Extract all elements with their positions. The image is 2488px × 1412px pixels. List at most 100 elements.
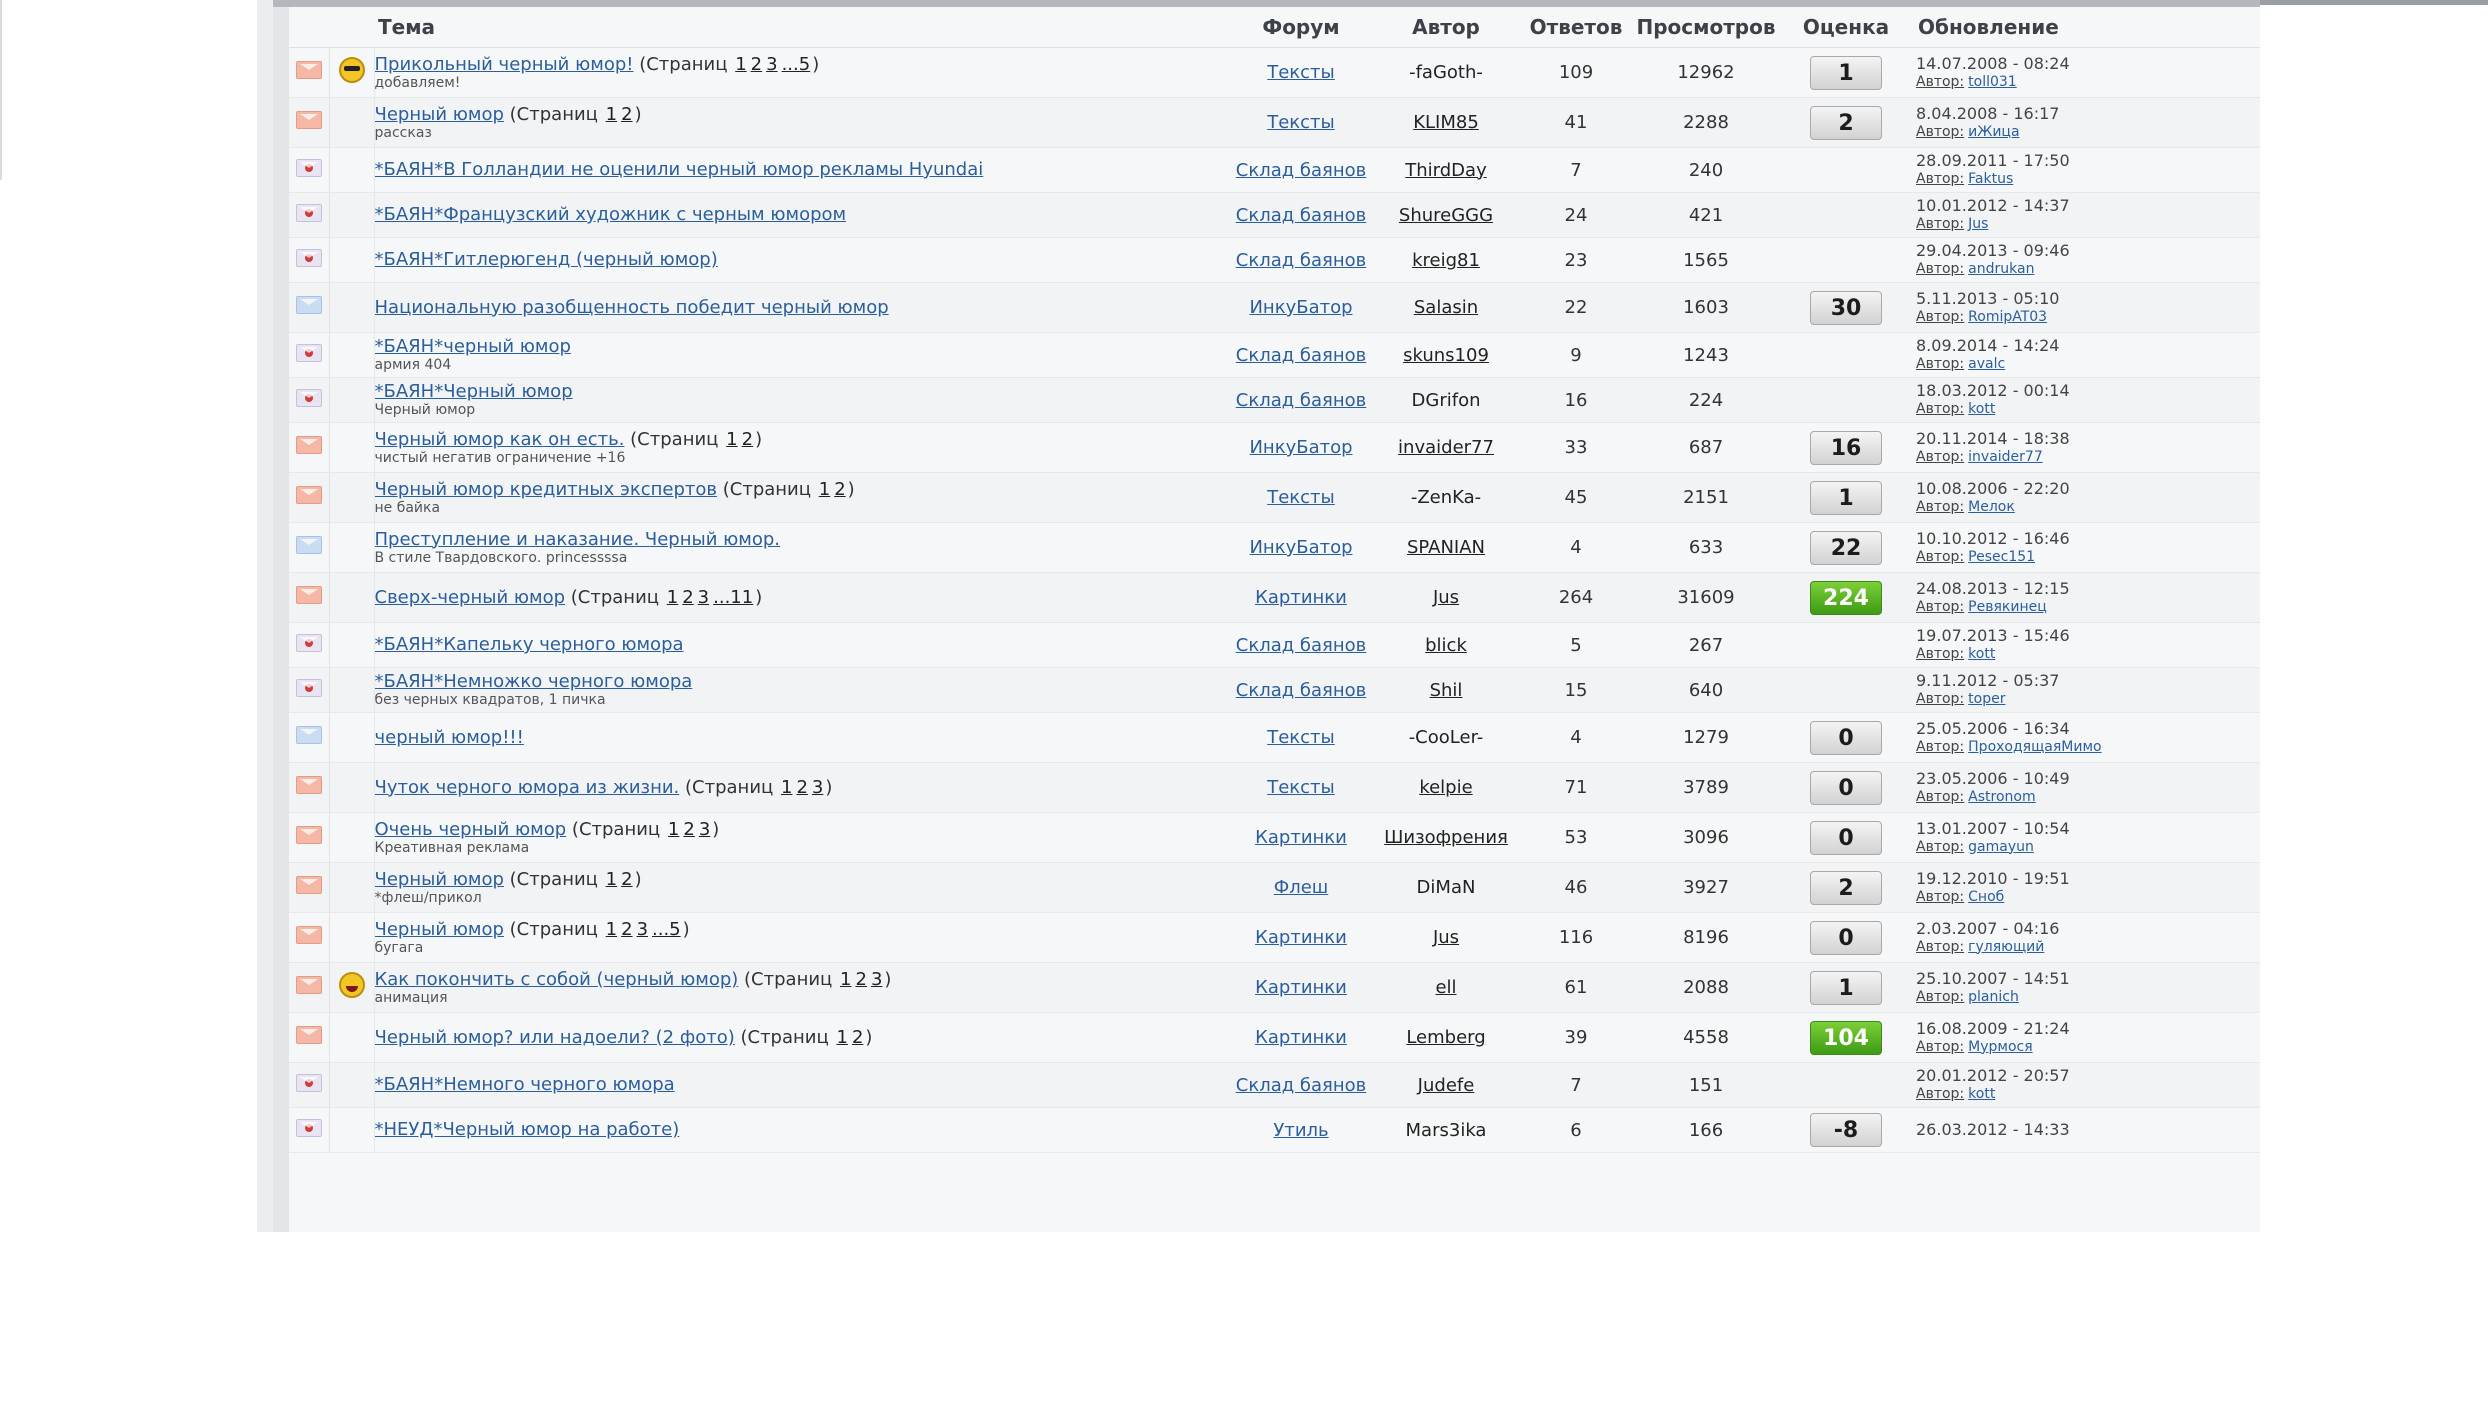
last-post-author-link[interactable]: gamayun <box>1968 839 2034 855</box>
page-link[interactable]: 1 <box>781 777 792 798</box>
topic-title-link[interactable]: *БАЯН*Французский художник с черным юмор… <box>375 204 847 225</box>
forum-link[interactable]: Флеш <box>1274 877 1329 898</box>
topic-title-link[interactable]: Как покончить с собой (черный юмор) <box>375 969 739 990</box>
table-row[interactable]: Черный юмор (Страниц 1 2) *флеш/прикол Флеш… <box>289 862 2260 913</box>
forum-link[interactable]: Картинки <box>1255 977 1347 998</box>
author-link[interactable]: ThirdDay <box>1405 160 1486 181</box>
page-link[interactable]: 2 <box>751 54 762 75</box>
table-row[interactable]: *БАЯН*Черный юмор Черный юмор Склад баянов… <box>289 377 2260 423</box>
page-link[interactable]: 2 <box>855 969 866 990</box>
forum-link[interactable]: Тексты <box>1267 62 1335 83</box>
table-row[interactable]: Чуток черного юмора из жизни. (Страниц 1… <box>289 762 2260 813</box>
page-link[interactable]: ...5 <box>652 919 681 940</box>
forum-link[interactable]: Картинки <box>1255 927 1347 948</box>
last-post-author-link[interactable]: toll031 <box>1968 74 2017 90</box>
topic-title-link[interactable]: *БАЯН*черный юмор <box>375 336 571 357</box>
author-link[interactable]: kreig81 <box>1412 250 1480 271</box>
page-link[interactable]: 1 <box>819 479 830 500</box>
forum-link[interactable]: Тексты <box>1267 112 1335 133</box>
last-post-author-link[interactable]: planich <box>1968 989 2019 1005</box>
page-link[interactable]: 2 <box>621 869 632 890</box>
page-link[interactable]: 2 <box>621 919 632 940</box>
forum-link[interactable]: Картинки <box>1255 827 1347 848</box>
author-link[interactable]: Lemberg <box>1406 1027 1485 1048</box>
page-link[interactable]: 2 <box>621 104 632 125</box>
last-post-author-link[interactable]: Faktus <box>1968 171 2013 187</box>
last-post-author-link[interactable]: kott <box>1968 646 1995 662</box>
topic-title-link[interactable]: *БАЯН*Гитлерюгенд (черный юмор) <box>375 249 718 270</box>
page-link[interactable]: 3 <box>637 919 648 940</box>
last-post-author-link[interactable]: invaider77 <box>1968 449 2043 465</box>
page-link[interactable]: 1 <box>667 587 678 608</box>
forum-link[interactable]: Тексты <box>1267 777 1335 798</box>
topic-title-link[interactable]: Сверх-черный юмор <box>375 587 566 608</box>
table-row[interactable]: Преступление и наказание. Черный юмор. В … <box>289 522 2260 573</box>
header-topic[interactable]: Тема <box>374 7 1226 48</box>
author-link[interactable]: SPANIAN <box>1407 537 1485 558</box>
topic-title-link[interactable]: Чуток черного юмора из жизни. <box>375 777 680 798</box>
topic-title-link[interactable]: Прикольный черный юмор! <box>375 54 634 75</box>
last-post-author-link[interactable]: гуляющий <box>1968 939 2044 955</box>
table-row[interactable]: Национальную разобщенность победит черны… <box>289 282 2260 333</box>
table-row[interactable]: *БАЯН*Немножко черного юмора без черных к… <box>289 667 2260 713</box>
topic-title-link[interactable]: *БАЯН*Немножко черного юмора <box>375 671 693 692</box>
page-link[interactable]: 1 <box>606 104 617 125</box>
table-row[interactable]: *БАЯН*Капельку черного юмора Склад баянов… <box>289 622 2260 668</box>
page-link[interactable]: 1 <box>836 1027 847 1048</box>
topic-title-link[interactable]: Черный юмор <box>375 104 504 125</box>
table-row[interactable]: черный юмор!!! Тексты -CooLer- 4 1279 0 25.05.… <box>289 712 2260 763</box>
header-replies[interactable]: Ответов <box>1516 7 1636 48</box>
topic-title-link[interactable]: *НЕУД*Черный юмор на работе) <box>375 1119 680 1140</box>
page-link[interactable]: 3 <box>699 819 710 840</box>
topic-title-link[interactable]: Черный юмор? или надоели? (2 фото) <box>375 1027 735 1048</box>
header-rating[interactable]: Оценка <box>1776 7 1916 48</box>
author-link[interactable]: ShureGGG <box>1399 205 1493 226</box>
table-row[interactable]: Сверх-черный юмор (Страниц 1 2 3 ...11) Карт… <box>289 572 2260 623</box>
table-row[interactable]: Черный юмор (Страниц 1 2) рассказ Тексты KLI… <box>289 97 2260 148</box>
topic-title-link[interactable]: *БАЯН*Капельку черного юмора <box>375 634 684 655</box>
topic-title-link[interactable]: Национальную разобщенность победит черны… <box>375 297 889 318</box>
author-link[interactable]: invaider77 <box>1398 437 1494 458</box>
forum-link[interactable]: Склад баянов <box>1236 345 1367 366</box>
forum-link[interactable]: ИнкуБатор <box>1249 537 1352 558</box>
author-link[interactable]: blick <box>1425 635 1467 656</box>
page-link[interactable]: 1 <box>606 869 617 890</box>
page-link[interactable]: 2 <box>742 429 753 450</box>
forum-link[interactable]: Склад баянов <box>1236 205 1367 226</box>
author-link[interactable]: Jus <box>1433 927 1459 948</box>
page-link[interactable]: 3 <box>766 54 777 75</box>
last-post-author-link[interactable]: andrukan <box>1968 261 2034 277</box>
author-link[interactable]: Judefe <box>1418 1075 1475 1096</box>
author-link[interactable]: Shil <box>1430 680 1463 701</box>
forum-link[interactable]: Утиль <box>1273 1120 1328 1141</box>
page-link[interactable]: 1 <box>726 429 737 450</box>
author-link[interactable]: KLIM85 <box>1413 112 1479 133</box>
last-post-author-link[interactable]: RomipAT03 <box>1968 309 2047 325</box>
last-post-author-link[interactable]: Jus <box>1968 216 1988 232</box>
last-post-author-link[interactable]: toper <box>1968 691 2005 707</box>
table-row[interactable]: *БАЯН*В Голландии не оценили черный юмор… <box>289 147 2260 193</box>
page-link[interactable]: 1 <box>668 819 679 840</box>
last-post-author-link[interactable]: kott <box>1968 1086 1995 1102</box>
page-link[interactable]: ...5 <box>782 54 811 75</box>
forum-link[interactable]: Склад баянов <box>1236 680 1367 701</box>
page-link[interactable]: 3 <box>812 777 823 798</box>
author-link[interactable]: Шизофрения <box>1384 827 1508 848</box>
forum-link[interactable]: Склад баянов <box>1236 160 1367 181</box>
topic-title-link[interactable]: Черный юмор как он есть. <box>375 429 625 450</box>
topic-title-link[interactable]: Черный юмор <box>375 919 504 940</box>
author-link[interactable]: Jus <box>1433 587 1459 608</box>
table-row[interactable]: *БАЯН*Немного черного юмора Склад баянов J… <box>289 1062 2260 1108</box>
forum-link[interactable]: Склад баянов <box>1236 635 1367 656</box>
table-row[interactable]: Очень черный юмор (Страниц 1 2 3) Креативна… <box>289 812 2260 863</box>
table-row[interactable]: Как покончить с собой (черный юмор) (Стр… <box>289 962 2260 1013</box>
page-link[interactable]: 1 <box>840 969 851 990</box>
topic-title-link[interactable]: Очень черный юмор <box>375 819 567 840</box>
last-post-author-link[interactable]: avalc <box>1968 356 2005 372</box>
page-link[interactable]: 3 <box>698 587 709 608</box>
header-author[interactable]: Автор <box>1376 7 1516 48</box>
author-link[interactable]: skuns109 <box>1403 345 1489 366</box>
table-row[interactable]: Черный юмор кредитных экспертов (Страниц… <box>289 472 2260 523</box>
table-row[interactable]: Черный юмор (Страниц 1 2 3 ...5) бугага Карти… <box>289 912 2260 963</box>
topic-title-link[interactable]: Преступление и наказание. Черный юмор. <box>375 529 781 550</box>
